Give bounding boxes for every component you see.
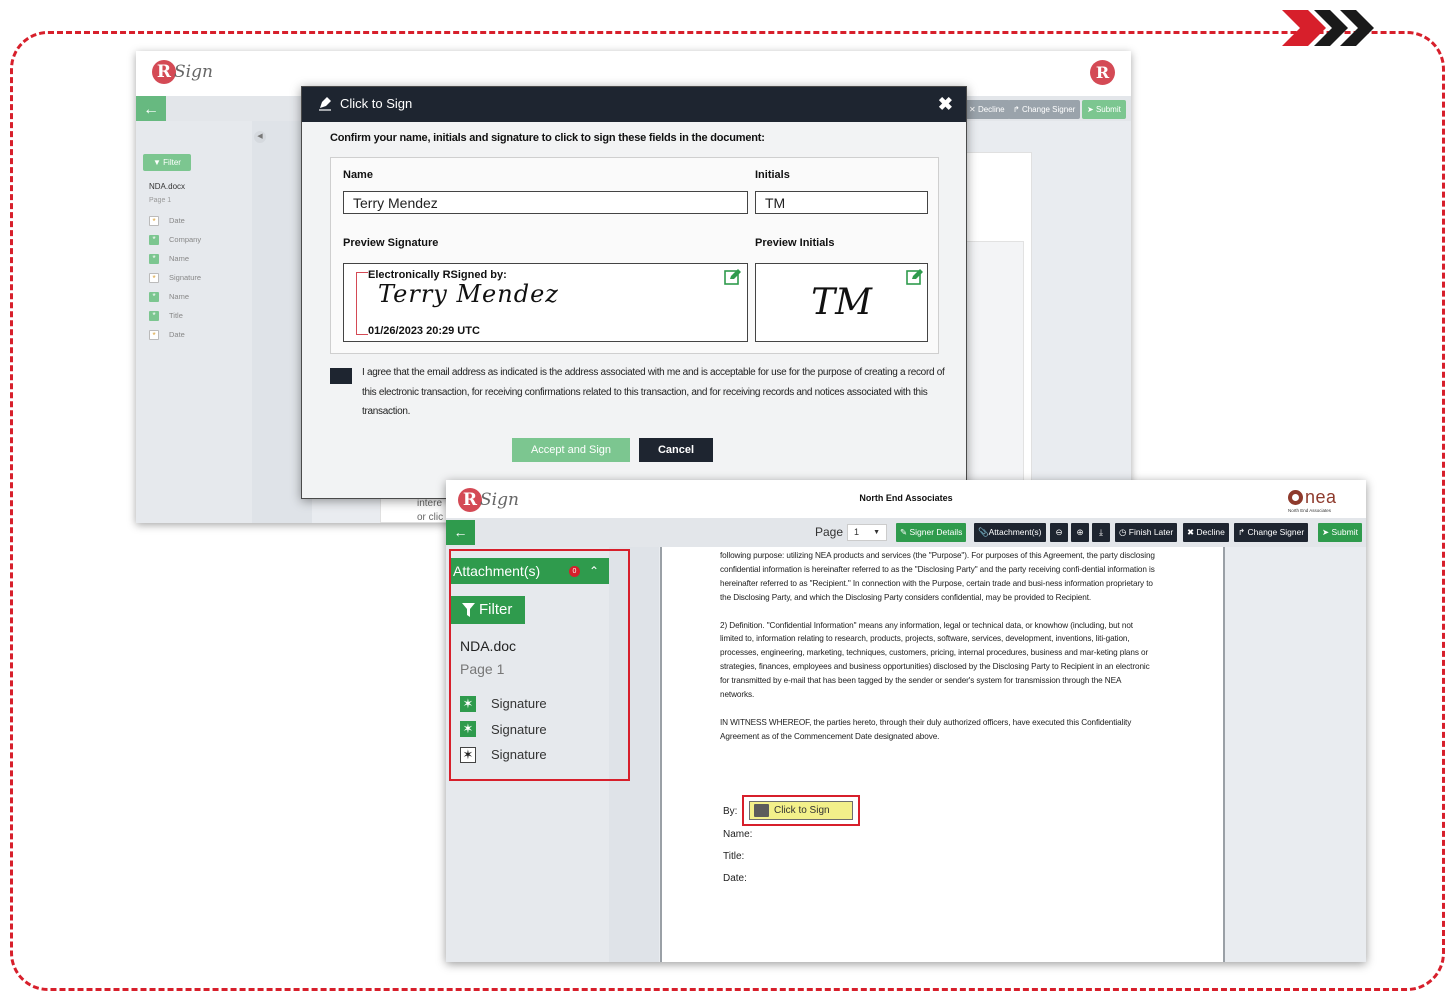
doc-name: NDA.docx [149, 182, 186, 191]
rsign-logo: R Sign [152, 60, 213, 84]
chevron-down-icon: ▼ [873, 529, 880, 536]
zoom-in-icon[interactable]: ⊕ [1071, 523, 1089, 542]
rsign-badge-icon: R [1090, 60, 1115, 85]
list-item[interactable]: * Company [149, 230, 201, 249]
paragraph: following purpose: utilizing NEA product… [720, 551, 1155, 602]
back-arrow-button[interactable]: ← [136, 96, 166, 123]
dialog-intro: Confirm your name, initials and signatur… [330, 132, 765, 144]
edit-initials-icon[interactable] [906, 268, 924, 285]
click-to-sign-field[interactable]: Click to Sign [749, 801, 853, 820]
document-text-fragment: intere or clic [417, 498, 444, 523]
agreement-text: I agree that the email address as indica… [362, 367, 945, 417]
zoom-out-icon[interactable]: ⊖ [1050, 523, 1068, 542]
paragraph: IN WITNESS WHEREOF, the parties hereto, … [720, 717, 1132, 741]
document-body: following purpose: utilizing NEA product… [720, 549, 1155, 758]
app-header: R Sign North End Associates nea North End… [446, 480, 1366, 518]
agree-checkbox[interactable] [330, 368, 352, 384]
name-line: Name: [723, 829, 753, 840]
decline-button[interactable]: ✖ Decline [1183, 523, 1229, 542]
page: R Sign R ← ✕ Decline ↱ Change Signer ➤ Su… [0, 0, 1453, 993]
finish-later-button[interactable]: ◷ Finish Later [1115, 523, 1178, 542]
filter-button[interactable]: ▼ Filter [143, 154, 191, 171]
signature-preview: Electronically RSigned by: Terry Mendez … [343, 263, 748, 342]
preview-initials-label: Preview Initials [755, 237, 835, 249]
star-filled-icon: * [149, 253, 159, 264]
by-label: By: [723, 806, 738, 817]
list-item[interactable]: * Signature [149, 268, 201, 287]
change-signer-button[interactable]: ↱ Change Signer [1008, 100, 1081, 119]
company-title: North End Associates [859, 493, 953, 503]
date-line: Date: [723, 873, 747, 884]
change-signer-button[interactable]: ↱ Change Signer [1234, 523, 1309, 542]
star-filled-icon: * [149, 291, 159, 302]
paragraph: 2) Definition. "Confidential Information… [720, 620, 1150, 700]
page-label: Page 1 [149, 197, 172, 204]
star-outline-icon: * [149, 329, 159, 340]
list-item[interactable]: * Name [149, 287, 201, 306]
sidebar-highlight [449, 549, 630, 781]
signature-bracket [356, 272, 368, 335]
attachments-button[interactable]: 📎Attachment(s) [974, 523, 1046, 542]
initials-script: TM [811, 282, 872, 323]
name-label: Name [343, 169, 373, 181]
collapse-sidebar-icon[interactable]: ◀ [254, 131, 266, 143]
click-to-sign-dialog: Click to Sign ✖ Confirm your name, initi… [301, 86, 967, 499]
submit-button[interactable]: ➤ Submit [1082, 100, 1126, 119]
star-outline-icon: * [149, 272, 159, 283]
signature-date: 01/26/2023 20:29 UTC [368, 325, 480, 337]
edit-signature-icon[interactable] [724, 268, 742, 285]
field-list: * Date * Company * Name * Signature * Name * T… [149, 211, 201, 344]
nea-logo: nea North End Associates [1288, 487, 1337, 513]
close-icon[interactable]: ✖ [938, 93, 953, 115]
preview-signature-label: Preview Signature [343, 237, 439, 249]
pen-sign-icon [319, 97, 331, 111]
list-item[interactable]: * Title [149, 306, 201, 325]
signature-form: Name Initials Preview Signature Preview … [330, 157, 939, 354]
dialog-title: Click to Sign [340, 96, 413, 111]
chevron-arrows-icon [1282, 10, 1374, 46]
initials-preview: TM [755, 263, 928, 342]
accept-and-sign-button[interactable]: Accept and Sign [512, 438, 630, 462]
list-item[interactable]: * Date [149, 211, 201, 230]
title-line: Title: [723, 851, 745, 862]
sign-pen-icon [754, 804, 769, 817]
list-item[interactable]: * Name [149, 249, 201, 268]
page-select[interactable]: 1 ▼ [847, 524, 887, 541]
page-label: Page [815, 525, 844, 539]
name-field[interactable] [343, 191, 748, 214]
decline-button[interactable]: ✕ Decline [964, 100, 1010, 119]
nea-emblem-icon [1288, 490, 1303, 505]
signer-details-button[interactable]: ✎ Signer Details [896, 523, 967, 542]
star-filled-icon: * [149, 234, 159, 245]
list-item[interactable]: * Date [149, 325, 201, 344]
back-arrow-button[interactable]: ← [446, 520, 475, 545]
submit-button[interactable]: ➤ Submit [1318, 523, 1362, 542]
initials-field[interactable] [755, 191, 928, 214]
star-filled-icon: * [149, 310, 159, 321]
signature-script: Terry Mendez [378, 280, 559, 308]
download-icon[interactable]: ⤓ [1092, 523, 1110, 542]
dialog-header: Click to Sign ✖ [302, 87, 966, 122]
cancel-button[interactable]: Cancel [639, 438, 713, 462]
star-outline-icon: * [149, 215, 159, 226]
initials-label: Initials [755, 169, 790, 181]
